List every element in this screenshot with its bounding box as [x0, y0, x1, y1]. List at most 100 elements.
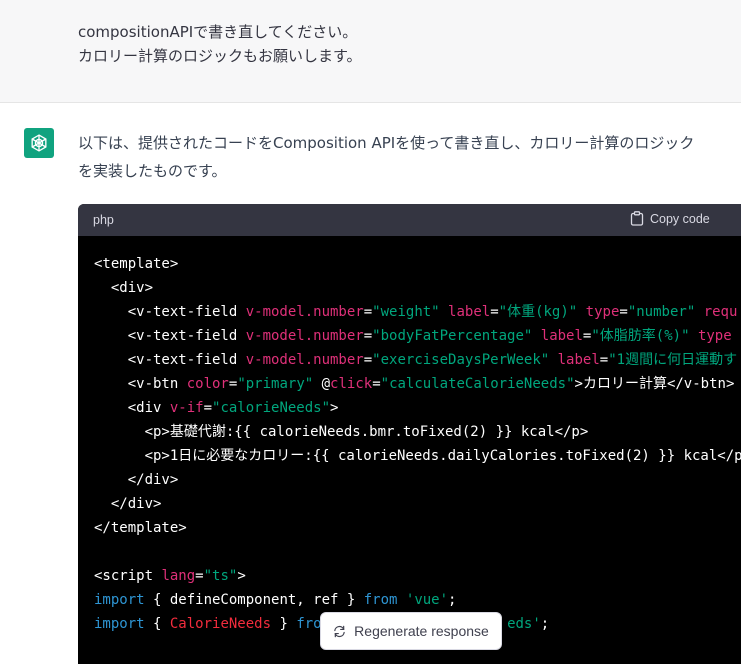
code-token: <script — [94, 568, 162, 584]
code-token: "bodyFatPercentage" — [372, 328, 533, 344]
code-token: "weight" — [372, 304, 440, 320]
code-token: type — [585, 304, 620, 320]
code-token: } — [271, 616, 297, 632]
code-token: = — [363, 304, 373, 320]
code-token: ; — [540, 616, 550, 632]
code-line: <v-btn color="primary" @click="calculate… — [94, 372, 735, 396]
code-line: <p>1日に必要なカロリー:{{ calorieNeeds.dailyCalor… — [94, 444, 741, 468]
code-token: <v-text-field — [94, 352, 246, 368]
code-token: 'vue' — [405, 592, 449, 608]
assistant-intro-line: 以下は、提供されたコードをComposition APIを使って書き直し、カロリ… — [78, 134, 695, 152]
code-token: = — [203, 400, 213, 416]
code-token: requ — [703, 304, 738, 320]
code-token: = — [490, 304, 499, 320]
code-line: </div> — [94, 492, 162, 516]
copy-code-label: Copy code — [650, 211, 710, 226]
code-token: ; — [448, 592, 457, 608]
code-token: label — [557, 352, 600, 368]
openai-logo-icon — [24, 128, 54, 158]
code-token: lang — [161, 568, 196, 584]
code-token: "体重(kg)" — [498, 304, 578, 320]
code-line: <div> — [94, 276, 153, 300]
code-token: v-model.number — [245, 304, 364, 320]
code-token: <v-btn — [94, 376, 187, 392]
code-token: v-if — [169, 400, 204, 416]
code-token: CalorieNeeds — [169, 616, 272, 632]
code-token: type — [697, 328, 732, 344]
code-token: { — [144, 616, 170, 632]
code-token: <v-text-field — [94, 328, 246, 344]
code-token: "1週間に何日運動す — [608, 352, 738, 368]
code-token: = — [619, 304, 628, 320]
code-line: <script lang="ts"> — [94, 564, 246, 588]
code-token: > — [237, 568, 246, 584]
code-token: </div> — [94, 496, 162, 512]
code-token: "calorieNeeds" — [212, 400, 331, 416]
code-token: </div> — [94, 472, 179, 488]
assistant-message: 以下は、提供されたコードをComposition APIを使って書き直し、カロリ… — [0, 103, 741, 664]
copy-code-button[interactable]: Copy code — [630, 211, 710, 226]
user-message-line: カロリー計算のロジックもお願いします。 — [78, 47, 362, 65]
code-token: { defineComponent, ref } — [144, 592, 364, 608]
regenerate-response-label: Regenerate response — [354, 623, 489, 639]
code-token: "exerciseDaysPerWeek" — [372, 352, 550, 368]
code-token: v-model.number — [245, 352, 364, 368]
code-line: <v-text-field v-model.number="bodyFatPer… — [94, 324, 732, 348]
code-token: click — [330, 376, 373, 392]
code-token: = — [363, 352, 373, 368]
code-block: php Copy code <template> <div> <v-text-f… — [78, 204, 741, 664]
code-token: from — [363, 592, 398, 608]
code-language-label: php — [93, 213, 114, 227]
code-token: "number" — [627, 304, 696, 320]
code-token: <div — [94, 400, 170, 416]
user-message: compositionAPIで書き直してください。 カロリー計算のロジックもお願… — [0, 0, 741, 103]
code-token: <p>基礎代謝:{{ calorieNeeds.bmr.toFixed(2) }… — [94, 424, 589, 440]
code-line: import { defineComponent, ref } from 'vu… — [94, 588, 456, 612]
code-line: <v-text-field v-model.number="exerciseDa… — [94, 348, 737, 372]
code-token: > — [330, 400, 339, 416]
code-token: import — [94, 616, 145, 632]
code-token: label — [448, 304, 491, 320]
code-token: fro — [296, 616, 322, 632]
assistant-intro-line: を実装したものです。 — [78, 162, 227, 180]
code-token: = — [599, 352, 609, 368]
code-header: php Copy code — [78, 204, 741, 236]
code-token: "ts" — [203, 568, 238, 584]
code-line: </template> — [94, 516, 187, 540]
code-token: "calculateCalorieNeeds" — [380, 376, 575, 392]
code-token: @ — [321, 376, 331, 392]
code-token: = — [363, 328, 373, 344]
code-token: = — [195, 568, 204, 584]
refresh-icon — [333, 625, 346, 638]
code-token: <v-text-field — [94, 304, 246, 320]
code-line: <div v-if="calorieNeeds"> — [94, 396, 339, 420]
code-line: <p>基礎代謝:{{ calorieNeeds.bmr.toFixed(2) }… — [94, 420, 589, 444]
code-token: <div> — [94, 280, 154, 296]
code-token: import — [94, 592, 145, 608]
code-token: label — [540, 328, 583, 344]
code-token: "primary" — [237, 376, 314, 392]
code-line: <template> — [94, 252, 178, 276]
code-token: <p>1日に必要なカロリー:{{ calorieNeeds.dailyCalor… — [94, 448, 741, 464]
clipboard-icon — [630, 211, 644, 226]
code-token: eds' — [507, 616, 541, 632]
code-token: </template> — [94, 520, 187, 536]
code-line: </div> — [94, 468, 179, 492]
code-token: "体脂肪率(%)" — [591, 328, 690, 344]
code-token: color — [186, 376, 229, 392]
regenerate-response-button[interactable]: Regenerate response — [320, 612, 502, 650]
code-line: <v-text-field v-model.number="weight" la… — [94, 300, 738, 324]
code-token: = — [372, 376, 381, 392]
code-token: <template> — [94, 256, 179, 272]
code-token: v-model.number — [245, 328, 364, 344]
user-message-line: compositionAPIで書き直してください。 — [78, 23, 358, 41]
code-token: >カロリー計算</v-btn> — [574, 376, 735, 392]
